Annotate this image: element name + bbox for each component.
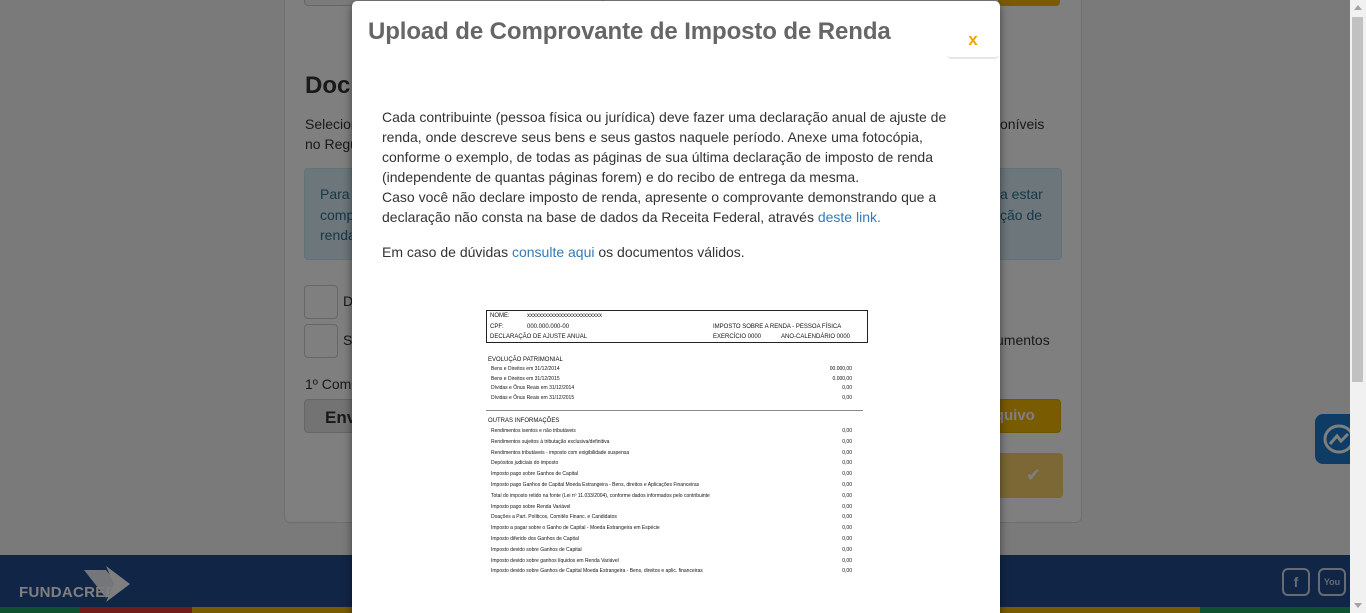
doc-row-value: 0,00 (842, 492, 852, 499)
doc-row-label: Imposto diferido dos Ganhos de Capital (491, 536, 579, 542)
scrollbar-thumb[interactable] (1352, 17, 1363, 382)
no-declaration-paragraph: Caso você não declare imposto de renda, … (382, 187, 972, 227)
doc-row-value: 0,00 (842, 428, 852, 434)
modal-body: Cada contribuinte (pessoa física ou jurí… (382, 107, 972, 262)
doc-row-value: 0,00 (842, 394, 852, 401)
doc-row-label: Imposto devido sobre Ganhos de Capital M… (491, 568, 703, 575)
doc-row-value: 0.000,00 (832, 375, 852, 382)
doc-row-value: 0,00 (842, 557, 852, 564)
doc-row-value: 0,00 (842, 385, 852, 391)
doc-row-label: Bens e Direitos em 31/12/2015 (491, 375, 560, 382)
doc-ano-calendario: ANO-CALENDÁRIO 0000 (781, 334, 851, 340)
document-header-box: NOME: xxxxxxxxxxxxxxxxxxxxxxxxx CPF: 000… (486, 310, 868, 343)
doc-row-label: Rendimentos sujeitos à tributação exclus… (491, 438, 610, 445)
doc-exercicio: EXERCÍCIO 0000 (713, 334, 762, 340)
receita-federal-link[interactable]: deste link. (818, 209, 881, 225)
doc-cpf-label: CPF: (490, 324, 504, 330)
doc-row-value: 0,00 (842, 525, 852, 532)
close-button[interactable]: x (947, 23, 999, 59)
description-paragraph: Cada contribuinte (pessoa física ou jurí… (382, 109, 947, 185)
doc-row-label: Imposto devido sobre Ganhos de Capital (491, 546, 582, 553)
doc-row-value: 0,00 (842, 546, 852, 553)
doc-separator (486, 410, 863, 411)
doc-row-label: Imposto a pagar sobre o Ganho de Capital… (491, 525, 660, 532)
doc-name-label: NOME: (490, 313, 510, 319)
doubts-prefix: Em caso de dúvidas (382, 244, 512, 260)
doc-row-label: Imposto pago sobre Renda Variável (491, 503, 571, 510)
upload-modal: Upload de Comprovante de Imposto de Rend… (352, 1, 1000, 613)
consult-here-link[interactable]: consulte aqui (512, 244, 595, 260)
doc-row-label: Doações a Part. Políticos, Comitês Finan… (491, 514, 617, 521)
doc-row-label: Rendimentos tributáveis - imposto com ex… (491, 449, 630, 456)
doc-row-label: Dívidas e Ônus Reais em 31/12/2015 (491, 394, 575, 401)
doc-cpf-value: 000.000.000-00 (527, 324, 570, 330)
doc-row-label: Dívidas e Ônus Reais em 31/12/2014 (491, 385, 575, 391)
modal-title: Upload de Comprovante de Imposto de Rend… (368, 18, 891, 45)
doc-row-label: Imposto pago Ganhos de Capital Moeda Est… (491, 482, 700, 488)
doc-row-value: 0,00 (842, 460, 852, 467)
doc-row-value: 0,00 (842, 482, 852, 488)
doubts-paragraph: Em caso de dúvidas consulte aqui os docu… (382, 242, 972, 262)
doc-row-value: 00.000,00 (829, 366, 852, 372)
doc-row-value: 0,00 (842, 568, 852, 575)
doubts-suffix: os documentos válidos. (594, 244, 745, 260)
doc-row-label: Total do imposto retido na fonte (Lei nº… (491, 492, 710, 499)
doc-row-label: Imposto devido sobre ganhos líquidos em … (491, 557, 619, 564)
doc-row-label: Bens e Direitos em 31/12/2014 (491, 366, 560, 372)
doc-row-label: Depósitos judiciais do imposto (491, 460, 559, 467)
doc-tax-title: IMPOSTO SOBRE A RENDA - PESSOA FÍSICA (713, 324, 842, 330)
doc-row-value: 0,00 (842, 471, 852, 478)
doc-row-label: Imposto pago sobre Ganhos de Capital (491, 471, 578, 478)
doc-name-value: xxxxxxxxxxxxxxxxxxxxxxxxx (527, 313, 602, 319)
scroll-down-arrow[interactable] (1354, 603, 1362, 608)
doc-row-value: 0,00 (842, 514, 852, 521)
doc-section-title: EVOLUÇÃO PATRIMONIAL (488, 357, 563, 363)
doc-declaration: DECLARAÇÃO DE AJUSTE ANUAL (490, 334, 588, 340)
scroll-up-arrow[interactable] (1354, 5, 1362, 10)
doc-row-value: 0,00 (842, 536, 852, 542)
doc-row-value: 0,00 (842, 449, 852, 456)
doc-row-value: 0,00 (842, 438, 852, 445)
doc-section-title: OUTRAS INFORMAÇÕES (488, 418, 560, 424)
doc-row-value: 0,00 (842, 503, 852, 510)
doc-row-label: Rendimentos isentos e não tributáveis (491, 428, 576, 434)
